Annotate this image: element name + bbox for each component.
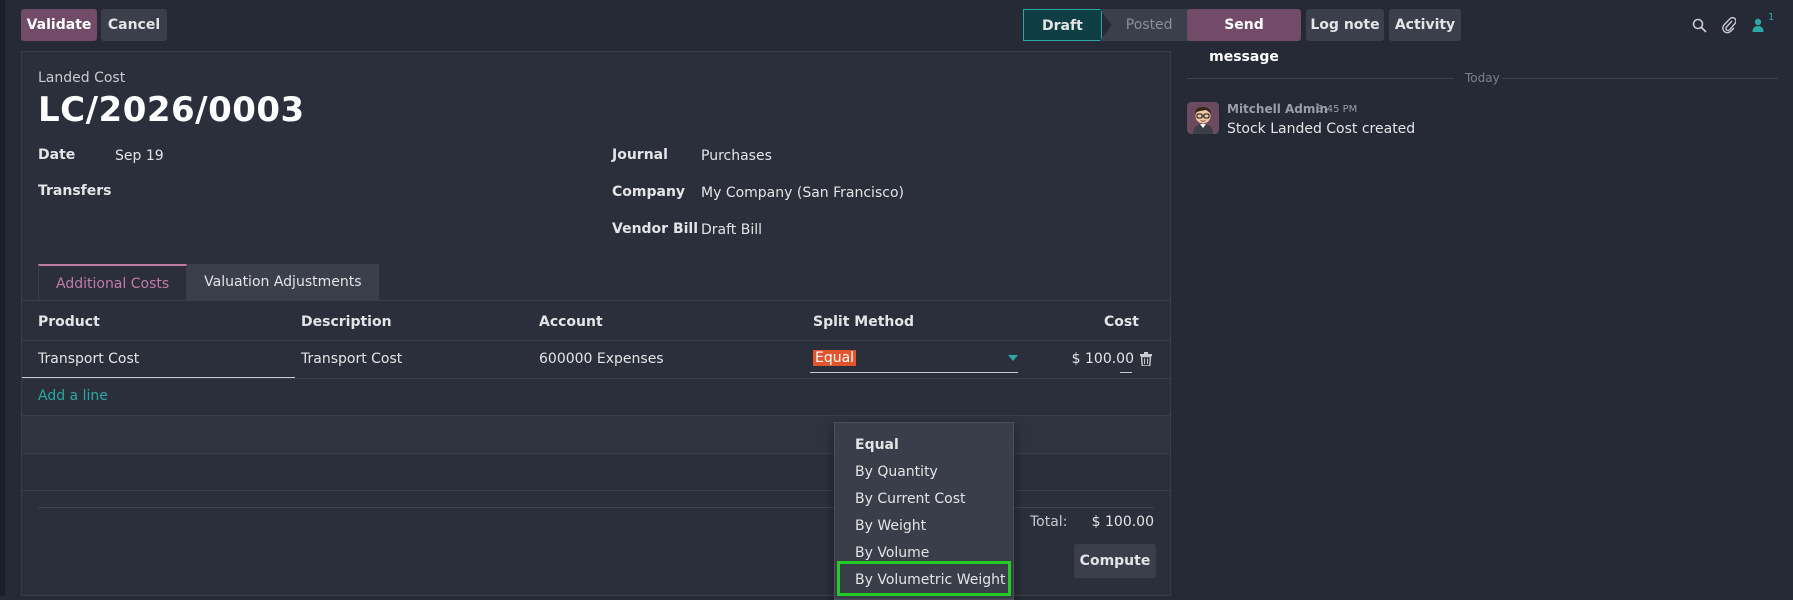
page-title: LC/2026/0003 [38, 90, 305, 130]
option-by-volumetric-weight[interactable]: By Volumetric Weight [855, 572, 1005, 588]
activity-button[interactable]: Activity [1389, 9, 1461, 41]
split-method-underline [810, 372, 1018, 373]
tab-additional-costs[interactable]: Additional Costs [38, 264, 188, 300]
option-by-weight[interactable]: By Weight [855, 518, 926, 534]
company-field[interactable]: My Company (San Francisco) [701, 185, 904, 201]
transfers-label: Transfers [38, 183, 112, 199]
follower-icon[interactable] [1752, 18, 1764, 33]
date-field[interactable]: Sep 19 [115, 148, 164, 164]
cost-underline [1120, 372, 1132, 373]
date-divider-line [1187, 78, 1454, 79]
row-product[interactable]: Transport Cost [38, 351, 139, 367]
message-body: Stock Landed Cost created [1227, 121, 1416, 137]
date-label: Date [38, 147, 76, 163]
option-equal[interactable]: Equal [855, 437, 899, 453]
vendor-bill-field[interactable]: Draft Bill [701, 222, 762, 238]
journal-label: Journal [612, 147, 668, 163]
company-label: Company [612, 184, 686, 200]
vendor-bill-label: Vendor Bill [612, 221, 699, 237]
paperclip-icon[interactable] [1722, 16, 1736, 34]
col-header-cost[interactable]: Cost [1104, 314, 1139, 330]
total-value: $ 100.00 [1091, 514, 1154, 530]
status-draft[interactable]: Draft [1023, 9, 1102, 41]
add-line-link[interactable]: Add a line [38, 388, 108, 404]
option-by-current-cost[interactable]: By Current Cost [855, 491, 966, 507]
split-method-input[interactable]: Equal [813, 350, 857, 366]
search-icon[interactable] [1692, 18, 1707, 33]
left-edge [0, 0, 5, 596]
message-author[interactable]: Mitchell Admin [1227, 102, 1328, 116]
tab-divider [22, 300, 1170, 301]
caret-down-icon[interactable] [1008, 355, 1018, 361]
date-divider: Today [1465, 71, 1500, 85]
journal-field[interactable]: Purchases [701, 148, 772, 164]
log-note-button[interactable]: Log note [1306, 9, 1384, 41]
send-message-button[interactable]: Send message [1187, 9, 1301, 65]
col-header-description[interactable]: Description [301, 314, 392, 330]
message-time: 3:45 PM [1317, 104, 1358, 115]
col-header-split-method[interactable]: Split Method [813, 314, 914, 330]
col-header-product[interactable]: Product [38, 314, 100, 330]
notebook-tabs: Additional Costs Valuation Adjustments [38, 264, 379, 300]
row-divider [22, 378, 1170, 379]
status-bar: Draft Posted [1023, 9, 1191, 41]
follower-count: 1 [1768, 12, 1775, 23]
form-sheet: Landed Cost LC/2026/0003 Date Sep 19 Tra… [21, 51, 1171, 600]
status-posted[interactable]: Posted [1099, 9, 1191, 41]
option-by-volume[interactable]: By Volume [855, 545, 929, 561]
table-row[interactable]: Transport Cost Transport Cost 600000 Exp… [22, 341, 1170, 378]
record-type-label: Landed Cost [38, 70, 126, 86]
row-cost[interactable]: $ 100.00 [1072, 351, 1134, 367]
avatar [1187, 102, 1219, 134]
split-method-dropdown: Equal By Quantity By Current Cost By Wei… [834, 422, 1014, 600]
validate-button[interactable]: Validate [21, 9, 97, 41]
total-label: Total: [1030, 514, 1068, 530]
date-divider-line [1502, 78, 1778, 79]
option-by-quantity[interactable]: By Quantity [855, 464, 938, 480]
cancel-button[interactable]: Cancel [101, 9, 167, 41]
trash-icon[interactable] [1140, 352, 1152, 366]
tab-valuation-adjustments[interactable]: Valuation Adjustments [187, 264, 379, 300]
compute-button[interactable]: Compute [1074, 544, 1156, 578]
row-description[interactable]: Transport Cost [301, 351, 402, 367]
row-account[interactable]: 600000 Expenses [539, 351, 664, 367]
col-header-account[interactable]: Account [539, 314, 603, 330]
